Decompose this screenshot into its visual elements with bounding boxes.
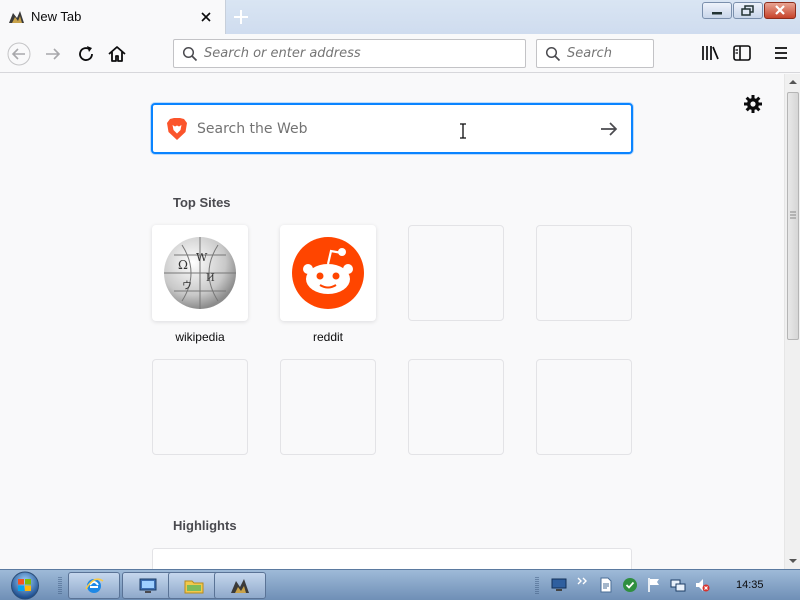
tab-strip: New Tab: [0, 0, 800, 34]
tab-new-tab[interactable]: New Tab: [0, 0, 226, 34]
taskbar-app-file-explorer[interactable]: [168, 572, 220, 599]
internet-explorer-icon: [85, 578, 104, 593]
text-cursor-icon: [460, 123, 466, 139]
top-site-tile-reddit[interactable]: [280, 225, 376, 321]
action-center-flag-icon[interactable]: [646, 577, 662, 593]
taskbar-grip-icon: [535, 577, 539, 594]
taskbar: 14:35: [0, 569, 800, 600]
taskbar-clock[interactable]: 14:35: [736, 579, 764, 591]
svg-text:И: И: [206, 273, 215, 284]
file-explorer-icon: [184, 580, 204, 594]
close-window-button[interactable]: [764, 2, 796, 19]
restore-icon: [741, 5, 754, 16]
close-tab-icon[interactable]: [199, 10, 213, 24]
remote-desktop-icon: [139, 578, 157, 593]
highlight-card[interactable]: [152, 548, 632, 569]
new-tab-plus-icon[interactable]: [230, 6, 252, 28]
show-hidden-icons-chevron-icon[interactable]: [575, 574, 591, 590]
brave-lion-icon: [167, 118, 187, 140]
reload-icon[interactable]: [74, 42, 98, 66]
tab-title: New Tab: [31, 9, 82, 24]
grip-lines-icon: [790, 211, 796, 219]
navigation-toolbar: [0, 34, 800, 73]
sidebar-toggle-icon[interactable]: [732, 44, 752, 62]
reddit-alien-icon: [292, 237, 364, 309]
volume-muted-icon[interactable]: [694, 577, 710, 593]
web-search-input[interactable]: [197, 112, 577, 145]
svg-text:ウ: ウ: [182, 280, 192, 292]
empty-top-site-slot: [536, 225, 632, 321]
top-site-label[interactable]: reddit: [268, 330, 388, 344]
search-bar-input[interactable]: [567, 40, 651, 67]
close-window-icon: [775, 5, 785, 15]
window-controls: [702, 2, 796, 20]
hamburger-menu-icon[interactable]: [771, 44, 791, 62]
home-icon[interactable]: [105, 42, 129, 66]
svg-text:W: W: [196, 251, 208, 264]
taskbar-app-internet-explorer[interactable]: [68, 572, 120, 599]
search-icon: [545, 46, 561, 62]
wikipedia-globe-icon: Ω W И ウ: [164, 237, 236, 309]
restore-button[interactable]: [733, 2, 763, 19]
address-bar[interactable]: [173, 39, 526, 68]
minimize-button[interactable]: [702, 2, 732, 19]
top-sites-heading: Top Sites: [173, 195, 231, 210]
new-tab-page: Top Sites Ω W И ウ wikipedia: [0, 74, 784, 569]
empty-top-site-slot: [408, 225, 504, 321]
empty-top-site-slot: [536, 359, 632, 455]
svg-text:Ω: Ω: [178, 258, 188, 272]
network-icon[interactable]: [670, 577, 686, 593]
empty-top-site-slot: [280, 359, 376, 455]
top-site-label[interactable]: wikipedia: [140, 330, 260, 344]
forward-arrow-icon[interactable]: [41, 42, 65, 66]
back-arrow-icon[interactable]: [7, 42, 31, 66]
page-scrollbar[interactable]: [784, 74, 800, 569]
empty-top-site-slot: [152, 359, 248, 455]
taskbar-app-browser[interactable]: [214, 572, 266, 599]
scroll-up-arrow-icon[interactable]: [785, 74, 800, 90]
search-submit-arrow-icon[interactable]: [599, 120, 619, 138]
minimize-icon: [712, 12, 722, 15]
web-search-box[interactable]: [151, 103, 633, 154]
taskbar-grip-icon: [58, 577, 62, 594]
start-button-windows-icon[interactable]: [6, 571, 44, 600]
library-icon[interactable]: [700, 44, 720, 62]
search-icon: [182, 46, 198, 62]
top-site-tile-wikipedia[interactable]: Ω W И ウ: [152, 225, 248, 321]
security-shield-icon[interactable]: [622, 577, 638, 593]
scroll-down-arrow-icon[interactable]: [785, 553, 800, 569]
document-icon[interactable]: [598, 577, 614, 593]
browser-favicon-icon: [9, 11, 24, 23]
highlights-heading: Highlights: [173, 518, 237, 533]
taskbar-app-remote-desktop[interactable]: [122, 572, 174, 599]
desktop-monitor-icon[interactable]: [551, 577, 567, 593]
browser-icon: [231, 579, 249, 593]
search-bar[interactable]: [536, 39, 654, 68]
gear-icon[interactable]: [743, 94, 763, 114]
empty-top-site-slot: [408, 359, 504, 455]
address-input[interactable]: [204, 40, 519, 67]
scrollbar-thumb[interactable]: [787, 92, 799, 340]
